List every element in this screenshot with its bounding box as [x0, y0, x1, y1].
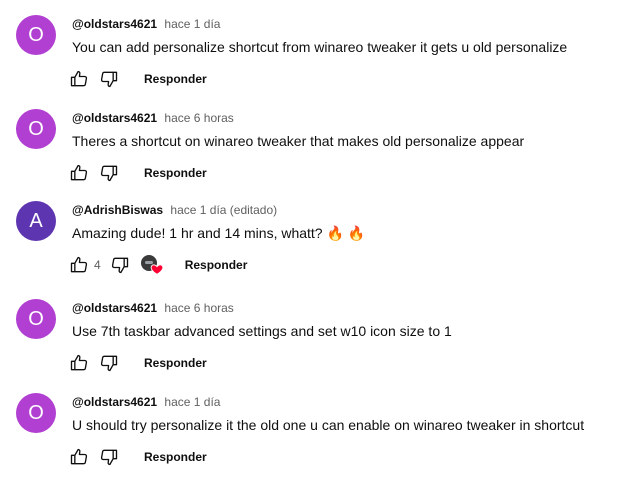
comment-thread: O @oldstars4621 hace 6 horas Use 7th tas…	[0, 299, 627, 389]
avatar[interactable]: O	[16, 299, 56, 339]
thumbs-down-icon	[100, 165, 118, 182]
thumbs-up-icon	[70, 448, 88, 465]
reply-button[interactable]: Responder	[136, 158, 215, 188]
reply-button[interactable]: Responder	[136, 442, 215, 472]
thumbs-down-icon	[100, 449, 118, 466]
comment-thread: O @oldstars4621 hace 1 día You can add p…	[0, 15, 627, 105]
thumbs-up-icon	[70, 70, 88, 87]
reply-button[interactable]: Responder	[136, 64, 215, 94]
comment-timestamp[interactable]: hace 1 día	[164, 17, 220, 31]
dislike-button[interactable]	[94, 64, 124, 94]
comment-author[interactable]: @oldstars4621	[72, 301, 157, 315]
comment-timestamp[interactable]: hace 1 día (editado)	[170, 203, 277, 217]
comment-header: @AdrishBiswas hace 1 día (editado)	[72, 202, 277, 218]
avatar[interactable]: O	[16, 109, 56, 149]
comment-thread: O @oldstars4621 hace 6 horas Theres a sh…	[0, 109, 627, 199]
comment-timestamp[interactable]: hace 1 día	[164, 395, 220, 409]
like-button[interactable]	[64, 250, 94, 280]
comment-author[interactable]: @oldstars4621	[72, 395, 157, 409]
comment-header: @oldstars4621 hace 6 horas	[72, 300, 234, 316]
comment-text: Use 7th taskbar advanced settings and se…	[72, 323, 452, 339]
avatar[interactable]: O	[16, 393, 56, 433]
creator-heart-badge[interactable]	[140, 253, 165, 277]
dislike-button[interactable]	[94, 442, 124, 472]
comment-header: @oldstars4621 hace 1 día	[72, 394, 220, 410]
thumbs-down-icon	[100, 355, 118, 372]
thumbs-up-icon	[70, 256, 88, 273]
like-count: 4	[94, 258, 101, 272]
reply-button[interactable]: Responder	[136, 348, 215, 378]
comment-thread: O @oldstars4621 hace 1 día U should try …	[0, 393, 627, 483]
avatar[interactable]: A	[16, 201, 56, 241]
comment-timestamp[interactable]: hace 6 horas	[164, 111, 233, 125]
comment-header: @oldstars4621 hace 6 horas	[72, 110, 234, 126]
thumbs-down-icon	[111, 257, 128, 274]
comment-timestamp[interactable]: hace 6 horas	[164, 301, 233, 315]
comment-text: You can add personalize shortcut from wi…	[72, 39, 568, 55]
comment-author[interactable]: @oldstars4621	[72, 111, 157, 125]
comment-actions: Responder	[64, 158, 215, 188]
like-button[interactable]	[64, 64, 94, 94]
reply-button[interactable]: Responder	[177, 250, 256, 280]
comment-actions: Responder	[64, 348, 215, 378]
comment-actions: Responder	[64, 442, 215, 472]
comment-text: Theres a shortcut on winareo tweaker tha…	[72, 133, 525, 149]
comment-actions: 4 Responder	[64, 250, 255, 280]
like-button[interactable]	[64, 442, 94, 472]
comment-author[interactable]: @oldstars4621	[72, 17, 157, 31]
comment-header: @oldstars4621 hace 1 día	[72, 16, 220, 32]
thumbs-up-icon	[70, 354, 88, 371]
avatar[interactable]: O	[16, 15, 56, 55]
comment-text: U should try personalize it the old one …	[72, 417, 585, 433]
like-button[interactable]	[64, 158, 94, 188]
dislike-button[interactable]	[94, 348, 124, 378]
thumbs-down-icon	[100, 71, 118, 88]
heart-icon	[150, 264, 164, 275]
comment-text: Amazing dude! 1 hr and 14 mins, whatt? 🔥…	[72, 225, 366, 241]
comment-actions: Responder	[64, 64, 215, 94]
comment-author[interactable]: @AdrishBiswas	[72, 203, 163, 217]
comment-thread: A @AdrishBiswas hace 1 día (editado) Ama…	[0, 201, 627, 291]
dislike-button[interactable]	[105, 250, 135, 280]
like-button[interactable]	[64, 348, 94, 378]
dislike-button[interactable]	[94, 158, 124, 188]
thumbs-up-icon	[70, 164, 88, 181]
